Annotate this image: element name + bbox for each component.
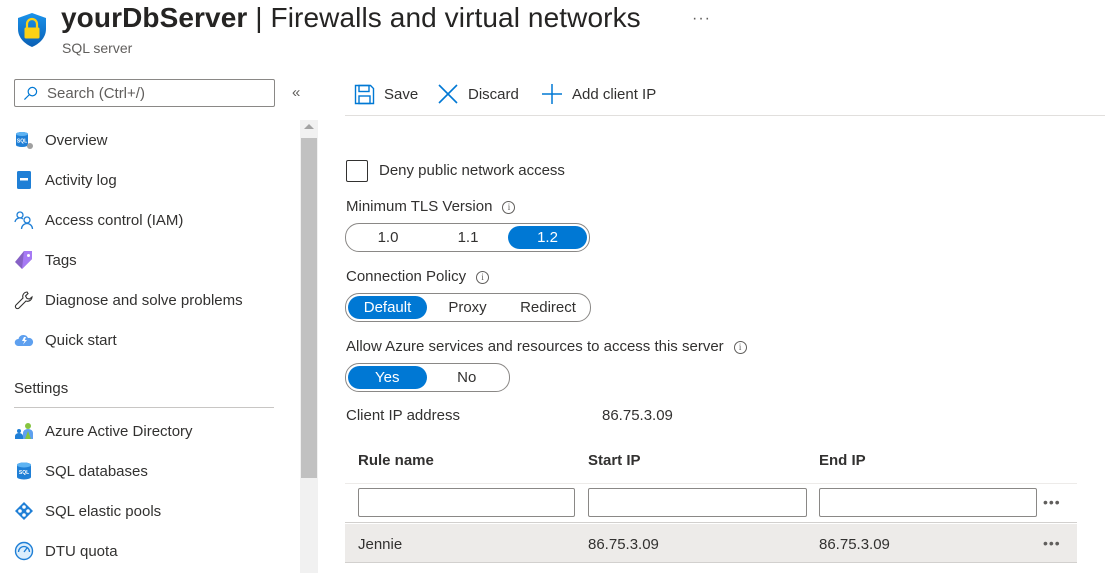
more-options-button[interactable]: ··· [692,10,711,28]
column-header-end-ip: End IP [819,452,866,469]
sidebar-item-label: SQL elastic pools [45,502,162,520]
policy-option-default[interactable]: Default [348,296,427,319]
connection-policy-selector[interactable]: Default Proxy Redirect [345,293,591,322]
sql-server-icon: SQL [14,130,34,150]
save-label: Save [384,85,419,103]
cloud-bolt-icon [14,330,34,350]
settings-section-header: Settings [14,380,69,397]
discard-label: Discard [468,85,519,103]
column-header-start-ip: Start IP [588,452,641,469]
new-rule-start-ip-input[interactable] [588,488,807,517]
sidebar-item-quick-start[interactable]: Quick start [14,327,117,353]
sidebar-item-azure-ad[interactable]: Azure Active Directory [14,418,193,444]
plus-icon [542,84,562,104]
rule-name-cell: Jennie [358,536,403,553]
people-icon [14,210,34,230]
sidebar-item-activity-log[interactable]: Activity log [14,167,117,193]
sidebar-item-label: Azure Active Directory [45,422,193,440]
connection-policy-label: Connection Policy i [346,268,490,285]
toolbar-divider [345,115,1105,116]
add-client-ip-label: Add client IP [572,85,657,103]
new-rule-more-button[interactable]: ••• [1043,494,1061,510]
connection-policy-label-text: Connection Policy [346,268,467,285]
client-ip-value: 86.75.3.09 [602,407,673,424]
page-title: yourDbServer | Firewalls and virtual net… [61,2,641,34]
shield-lock-icon [18,13,46,47]
wrench-icon [14,290,34,310]
table-row[interactable] [345,524,1077,563]
new-rule-end-ip-input[interactable] [819,488,1037,517]
min-tls-label: Minimum TLS Version i [346,198,516,215]
scroll-up-arrow-icon[interactable] [304,124,314,129]
sidebar-item-label: Access control (IAM) [45,211,184,229]
sidebar-item-elastic-pools[interactable]: SQL elastic pools [14,498,161,524]
search-input[interactable] [45,84,269,103]
row-more-button[interactable]: ••• [1043,535,1061,551]
min-tls-label-text: Minimum TLS Version [346,198,493,215]
resource-name: yourDbServer [61,2,248,33]
policy-option-redirect[interactable]: Redirect [508,296,588,319]
sidebar-item-label: Diagnose and solve problems [45,291,243,309]
deny-public-access-checkbox[interactable] [346,160,368,182]
sidebar-item-overview[interactable]: SQL Overview [14,127,108,153]
activity-log-icon [14,170,34,190]
tls-option-1-2[interactable]: 1.2 [508,226,587,249]
search-icon [23,86,38,101]
sidebar-item-label: Overview [45,131,108,149]
title-separator: | [247,2,271,33]
row-divider [345,522,1077,523]
allow-azure-services-toggle[interactable]: Yes No [345,363,510,392]
sidebar-item-diagnose[interactable]: Diagnose and solve problems [14,287,243,313]
allow-azure-no[interactable]: No [427,366,508,389]
info-icon[interactable]: i [476,271,490,284]
resource-type: SQL server [62,40,133,56]
sidebar-search[interactable] [14,79,275,107]
tls-option-1-0[interactable]: 1.0 [348,226,428,249]
blade-title: Firewalls and virtual networks [270,2,641,33]
min-tls-selector[interactable]: 1.0 1.1 1.2 [345,223,590,252]
client-ip-label: Client IP address [346,407,460,424]
elastic-pool-icon [14,501,34,521]
close-icon [438,84,458,104]
info-icon[interactable]: i [502,201,516,214]
add-client-ip-button[interactable]: Add client IP [541,82,656,106]
allow-azure-yes[interactable]: Yes [348,366,427,389]
allow-azure-services-label: Allow Azure services and resources to ac… [346,338,747,355]
save-button[interactable]: Save [354,82,418,106]
section-divider [14,407,274,408]
gauge-icon [14,541,34,561]
deny-public-access-label: Deny public network access [379,162,565,179]
sidebar-item-label: Quick start [45,331,117,349]
sidebar-item-label: Activity log [45,171,117,189]
tls-option-1-1[interactable]: 1.1 [428,226,508,249]
sidebar-item-sql-databases[interactable]: SQL SQL databases [14,458,148,484]
sql-database-icon: SQL [14,461,34,481]
allow-azure-services-label-text: Allow Azure services and resources to ac… [346,338,724,355]
info-icon[interactable]: i [733,341,747,354]
svg-text:SQL: SQL [19,470,29,476]
sidebar-item-label: DTU quota [45,542,118,560]
start-ip-cell: 86.75.3.09 [588,536,659,553]
column-header-rule-name: Rule name [358,452,434,469]
sidebar-item-label: SQL databases [45,462,148,480]
sidebar-scrollbar-thumb[interactable] [301,138,317,478]
new-rule-name-input[interactable] [358,488,575,517]
sidebar-item-dtu-quota[interactable]: DTU quota [14,538,118,564]
header-divider [345,483,1077,484]
end-ip-cell: 86.75.3.09 [819,536,890,553]
discard-button[interactable]: Discard [437,82,519,106]
aad-users-icon [14,421,34,441]
policy-option-proxy[interactable]: Proxy [427,296,508,319]
collapse-sidebar-button[interactable]: « [292,84,300,101]
save-icon [354,84,375,104]
sidebar-item-tags[interactable]: Tags [14,247,77,273]
sidebar-item-label: Tags [45,251,77,269]
sidebar-item-access-control[interactable]: Access control (IAM) [14,207,183,233]
svg-text:SQL: SQL [17,139,27,145]
tag-icon [14,250,34,270]
